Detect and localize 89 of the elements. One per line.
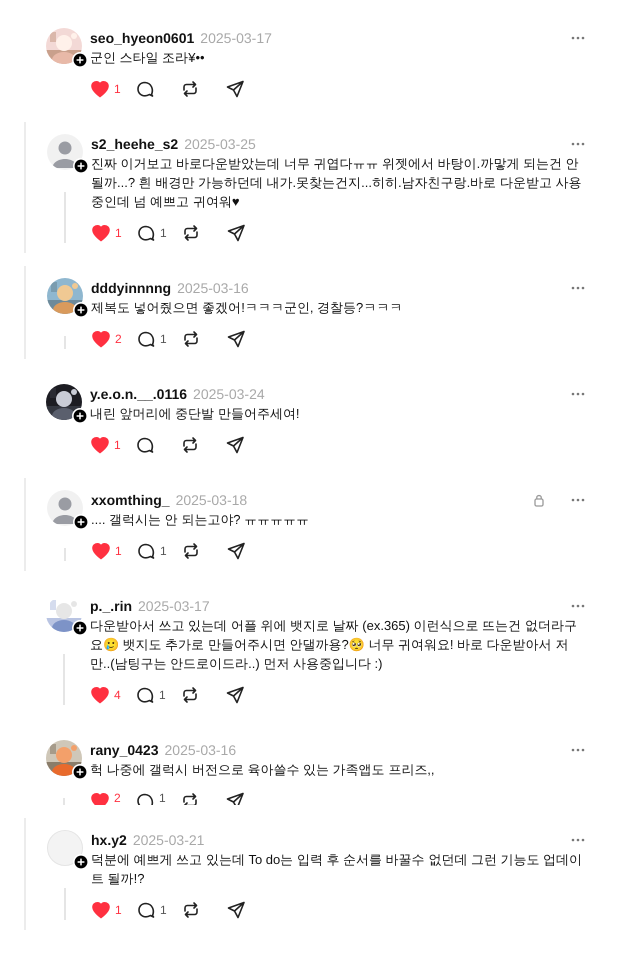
- username[interactable]: rany_0423: [90, 742, 159, 758]
- repost-icon[interactable]: [180, 791, 200, 805]
- post-date: 2025-03-16: [164, 742, 236, 758]
- heart-icon[interactable]: [90, 435, 110, 455]
- follow-plus-icon[interactable]: [72, 52, 88, 68]
- share-icon[interactable]: [226, 329, 246, 349]
- more-icon[interactable]: [570, 497, 586, 503]
- follow-plus-icon[interactable]: [73, 158, 89, 174]
- more-icon[interactable]: [570, 141, 586, 147]
- post-date: 2025-03-24: [193, 386, 265, 402]
- more-icon[interactable]: [570, 391, 586, 397]
- username[interactable]: seo_hyeon0601: [90, 30, 194, 46]
- reply-count: 1: [160, 903, 167, 917]
- like-count: 1: [115, 903, 122, 917]
- post-date: 2025-03-18: [176, 492, 248, 508]
- heart-icon[interactable]: [91, 900, 111, 920]
- more-icon[interactable]: [570, 747, 586, 753]
- follow-plus-icon[interactable]: [73, 514, 89, 530]
- like-count: 1: [114, 438, 121, 452]
- share-icon[interactable]: [225, 685, 245, 705]
- share-icon[interactable]: [225, 791, 245, 805]
- username[interactable]: p._.rin: [90, 598, 132, 614]
- reply-count: 1: [160, 544, 167, 558]
- username[interactable]: dddyinnnng: [91, 280, 172, 296]
- share-icon[interactable]: [225, 79, 245, 99]
- comment-text: 다운받아서 쓰고 있는데 어플 위에 뱃지로 날짜 (ex.365) 이런식으로 뜨는건 없더라구요🥲 뱃지도 추가로 만들어주시면 안댈까용?🥺 너무 귀여워요! 바로 다운받아서 저만..(남팅구는 안드로이드라..) 먼저 사용중입니다 :): [90, 617, 578, 673]
- repost-icon[interactable]: [180, 685, 200, 705]
- like-count: 2: [115, 332, 122, 346]
- follow-plus-icon[interactable]: [72, 620, 88, 636]
- repost-icon[interactable]: [181, 329, 201, 349]
- reply-icon[interactable]: [135, 435, 155, 455]
- reply-icon[interactable]: [135, 79, 155, 99]
- share-icon[interactable]: [226, 900, 246, 920]
- like-count: 1: [115, 544, 122, 558]
- repost-icon[interactable]: [180, 435, 200, 455]
- comment-text: 덕분에 예쁘게 쓰고 있는데 To do는 입력 후 순서를 바꿀수 없던데 그런 기능도 업데이트 될까!?: [91, 851, 584, 888]
- repost-icon[interactable]: [181, 900, 201, 920]
- heart-icon[interactable]: [91, 541, 111, 561]
- share-icon[interactable]: [226, 541, 246, 561]
- more-icon[interactable]: [570, 603, 586, 609]
- comment-text: 군인 스타일 조라¥••: [90, 49, 206, 67]
- share-icon[interactable]: [225, 435, 245, 455]
- heart-icon[interactable]: [90, 791, 110, 805]
- avatar-icon: [47, 830, 83, 866]
- share-icon[interactable]: [226, 223, 246, 243]
- repost-icon[interactable]: [180, 79, 200, 99]
- more-icon[interactable]: [570, 285, 586, 291]
- follow-plus-icon[interactable]: [73, 302, 89, 318]
- avatar-icon: [47, 134, 83, 170]
- heart-icon[interactable]: [91, 223, 111, 243]
- post-date: 2025-03-16: [177, 280, 249, 296]
- heart-icon[interactable]: [90, 79, 110, 99]
- more-icon[interactable]: [570, 837, 586, 843]
- post-date: 2025-03-17: [138, 598, 210, 614]
- username[interactable]: hx.y2: [91, 832, 127, 848]
- reply-count: 1: [160, 226, 167, 240]
- like-count: 1: [114, 82, 121, 96]
- post-date: 2025-03-17: [200, 30, 272, 46]
- more-icon[interactable]: [570, 35, 586, 41]
- heart-icon[interactable]: [91, 329, 111, 349]
- like-count: 1: [115, 226, 122, 240]
- follow-plus-icon[interactable]: [72, 408, 88, 424]
- like-count: 4: [114, 688, 121, 702]
- follow-plus-icon[interactable]: [72, 764, 88, 780]
- follow-plus-icon[interactable]: [73, 854, 89, 870]
- reply-icon[interactable]: [135, 685, 155, 705]
- username[interactable]: y.e.o.n.__.0116: [90, 386, 188, 402]
- reply-count: 1: [160, 332, 167, 346]
- avatar-icon: [47, 490, 83, 526]
- heart-icon[interactable]: [90, 685, 110, 705]
- like-count: 2: [114, 791, 121, 805]
- reply-count: 1: [159, 791, 166, 805]
- reply-icon[interactable]: [136, 541, 156, 561]
- comment-text: 진짜 이거보고 바로다운받았는데 너무 귀엽다ㅠㅠ 위젯에서 바탕이.까맣게 되는건 안될까...? 흰 배경만 가능하던데 내가.못찾는건지...히히.남자친구랑.바로 다운받고 사용중인데 넘 예쁘고 귀여워♥: [91, 155, 582, 211]
- username[interactable]: s2_heehe_s2: [91, 136, 178, 152]
- reply-icon[interactable]: [135, 791, 155, 805]
- reply-icon[interactable]: [136, 223, 156, 243]
- reply-count: 1: [159, 688, 166, 702]
- comment-text: 제복도 넣어줬으면 좋겠어!ㅋㅋㅋ군인, 경찰등?ㅋㅋㅋ: [91, 299, 404, 317]
- reply-icon[interactable]: [136, 329, 156, 349]
- reply-icon[interactable]: [136, 900, 156, 920]
- post-date: 2025-03-21: [132, 832, 204, 848]
- comment-text: 헉 나중에 갤럭시 버전으로 육아쓸수 있는 가족앱도 프리즈,,: [90, 761, 436, 779]
- repost-icon[interactable]: [181, 541, 201, 561]
- comment-text: .... 갤럭시는 안 되는고야? ㅠㅠㅠㅠㅠ: [91, 511, 310, 529]
- comment-text: 내린 앞머리에 중단발 만들어주세여!: [90, 405, 300, 423]
- repost-icon[interactable]: [181, 223, 201, 243]
- username[interactable]: xxomthing_: [91, 492, 170, 508]
- post-date: 2025-03-25: [184, 136, 256, 152]
